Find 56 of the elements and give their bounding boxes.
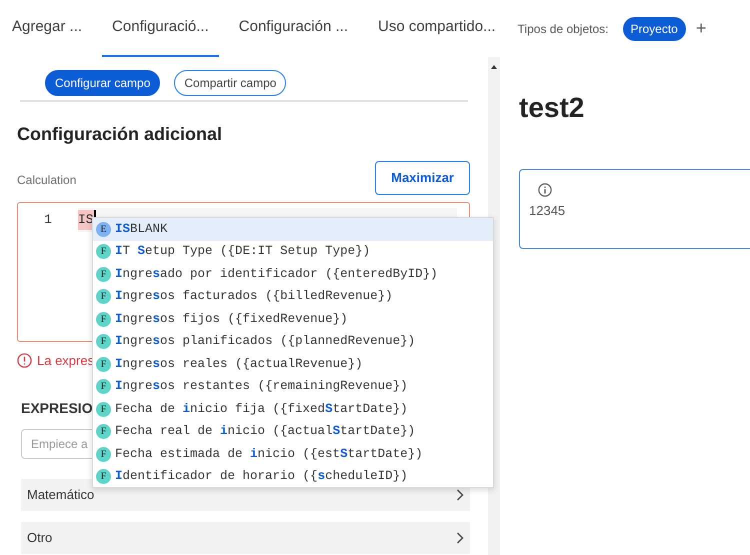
suggestion-item[interactable]: F IT Setup Type ({DE:IT Setup Type}) bbox=[93, 240, 493, 263]
info-icon bbox=[538, 183, 552, 197]
suggestion-text: Ingresado por identificador ({enteredByID}) bbox=[115, 266, 438, 283]
object-type-chip[interactable]: Proyecto bbox=[622, 16, 686, 40]
maximize-button[interactable]: Maximizar bbox=[375, 161, 470, 194]
type-icon: F bbox=[96, 289, 111, 304]
suggestion-item[interactable]: F Fecha de inicio fija ({fixedStartDate}) bbox=[93, 398, 493, 420]
suggestion-item[interactable]: F Ingresos facturados ({billedRevenue}) bbox=[93, 286, 493, 308]
tab[interactable]: Configuració... bbox=[102, 0, 219, 57]
type-icon: E bbox=[96, 222, 111, 237]
suggestion-text: Fecha estimada de inicio ({estStartDate}) bbox=[115, 446, 423, 463]
suggestion-item[interactable]: F Ingresos restantes ({remainingRevenue}) bbox=[93, 376, 493, 398]
chevron-right-icon bbox=[456, 489, 464, 501]
suggestion-text: Ingresos planificados ({plannedRevenue}) bbox=[115, 333, 416, 350]
scroll-up-icon bbox=[491, 65, 497, 69]
suggestion-item[interactable]: F Ingresos fijos ({fixedRevenue}) bbox=[93, 308, 493, 330]
add-button[interactable]: + bbox=[696, 15, 706, 42]
chevron-right-icon bbox=[456, 532, 464, 544]
preview-title: test2 bbox=[519, 91, 586, 125]
field-label: Calculation bbox=[17, 172, 76, 188]
suggestion-text: Ingresos restantes ({remainingRevenue}) bbox=[115, 378, 408, 396]
suggestion-text: ISBLANK bbox=[115, 220, 168, 238]
suggestion-text: Ingresos fijos ({fixedRevenue}) bbox=[115, 310, 348, 328]
suggestion-item[interactable]: F Ingresado por identificador ({enteredByID}) bbox=[93, 263, 493, 286]
tab[interactable]: Uso compartido... bbox=[368, 0, 506, 57]
suggestion-text: Ingresos reales ({actualRevenue}) bbox=[115, 356, 363, 373]
type-icon: F bbox=[96, 424, 111, 440]
suggestion-item[interactable]: F Ingresos planificados ({plannedRevenue}) bbox=[93, 330, 493, 353]
sub-tab[interactable]: Configurar campo bbox=[45, 70, 160, 96]
suggestion-text: IT Setup Type ({DE:IT Setup Type}) bbox=[115, 243, 370, 260]
suggestion-item[interactable]: F Fecha real de inicio ({actualStartDate}) bbox=[93, 420, 493, 443]
type-icon: F bbox=[96, 266, 111, 282]
type-icon: F bbox=[96, 446, 111, 462]
sub-tab[interactable]: Compartir campo bbox=[174, 70, 286, 96]
tab[interactable]: Configuración ... bbox=[228, 0, 358, 57]
suggestion-item[interactable]: F Ingresos reales ({actualRevenue}) bbox=[93, 353, 493, 376]
type-icon: F bbox=[96, 244, 111, 260]
category-row[interactable]: Otro bbox=[21, 522, 470, 554]
suggestion-text: Fecha real de inicio ({actualStartDate}) bbox=[115, 423, 416, 440]
suggestion-item[interactable]: F Fecha estimada de inicio ({estStartDate}) bbox=[93, 443, 493, 466]
type-icon: F bbox=[96, 469, 111, 484]
type-icon: F bbox=[96, 379, 111, 394]
suggestion-text: Ingresos facturados ({billedRevenue}) bbox=[115, 288, 393, 306]
suggestion-item[interactable]: E ISBLANK bbox=[93, 218, 493, 240]
expressions-title: EXPRESIO bbox=[21, 399, 93, 418]
error-icon bbox=[17, 352, 32, 368]
section-title: Configuración adicional bbox=[17, 123, 224, 146]
object-types-label: Tipos de objetos: bbox=[518, 20, 608, 38]
type-icon: F bbox=[96, 334, 111, 350]
type-icon: F bbox=[96, 356, 111, 372]
type-icon: F bbox=[96, 402, 111, 417]
type-icon: F bbox=[96, 312, 111, 327]
preview-value: 12345 bbox=[529, 202, 566, 220]
suggestion-text: Fecha de inicio fija ({fixedStartDate}) bbox=[115, 400, 408, 418]
line-number: 1 bbox=[43, 211, 53, 230]
tab[interactable]: Agregar ... bbox=[2, 0, 92, 57]
